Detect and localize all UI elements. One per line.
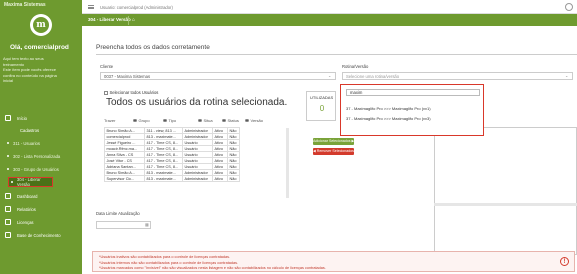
users-scrollbar[interactable] [286,128,289,198]
home-icon[interactable]: ⌂ [128,15,138,25]
bullet-icon [7,168,9,170]
radio[interactable] [222,118,226,123]
add-selected-button[interactable]: Adicionar Selecionados ▶ [313,138,354,145]
warning-icon: ! [560,257,569,266]
select-all-users[interactable]: Selecionar todos Usuários [104,90,158,95]
sidebar-item-base-conhecimento[interactable]: Base de Conhecimento [0,230,82,240]
rotina-option[interactable]: 37 - Maximaglifo Pro >>> Maximaglifo Pro… [346,116,431,121]
sidebar-item-label: Relatórios [17,206,36,212]
data-limite-input[interactable] [96,221,151,229]
sidebar-item-label: 304 - Liberar Versão [16,177,41,187]
tab-bar: 304 - Liberar Versão ⌂ [82,14,577,26]
filter-label: Tipo [168,118,177,123]
calendar-icon[interactable]: ▦ [145,222,149,227]
sidebar-item-grupo-usuarios[interactable]: 303 - Grupo de Usuários [0,164,82,174]
user-info: Usuario: comercialprod (Administrador) [100,5,173,10]
logo-mark: m [33,17,49,33]
rotina-label: Rotina/Versão [342,64,369,69]
filter-label: Versão [250,118,263,123]
sidebar-item-label: Licenças [17,219,34,225]
dashboard-icon [5,193,11,199]
horizontal-scrollbar[interactable] [434,203,577,206]
utilizadas-box: UTILIZADAS 0 [306,91,336,121]
note-line: *Usuários inativos são contabilizados pa… [99,255,231,259]
greeting: Olá, comercialprod [10,44,69,51]
select-all-label: Selecionar todos Usuários [109,90,159,95]
license-icon [5,219,11,225]
table-cell: Não [227,175,240,182]
bullet-icon [7,142,9,144]
logo: m [30,14,52,36]
radio[interactable] [133,118,137,123]
data-limite-label: Data Limite Atualização [96,211,140,216]
sidebar-item-label: Cadastros [20,127,40,133]
sidebar: Maxima Sistemas m Olá, comercialprod Aqu… [0,0,82,274]
cliente-label: Cliente [100,64,114,69]
app-root: Maxima Sistemas m Olá, comercialprod Aqu… [0,0,577,274]
table-cell: Ativo [212,175,228,182]
remove-selected-button[interactable]: ◀ Remover Selecionados [313,148,354,155]
sidebar-item-inicio[interactable]: Início [0,113,82,123]
users-table: Bruno Simão A... 311 - view, 813 ... Admin… [104,127,240,182]
bullet-icon [7,155,9,157]
sidebar-item-label: Início [17,115,28,121]
sidebar-item-label: Dashboard [17,193,38,199]
radio[interactable] [245,118,249,123]
utilizadas-label: UTILIZADAS [310,95,334,100]
sidebar-item-usuarios[interactable]: 311 - Usuarios [0,138,82,148]
chevron-down-icon: ⌄ [565,73,569,78]
filter-label: Grupo [138,118,150,123]
note-line: *Usuários marcados como "Invisível" não … [99,266,326,270]
rotina-dropdown: maxim 37 - Maximaglifo Pro >>> Maximagli… [340,84,484,136]
users-title: Todos os usuários da rotina selecionada. [106,97,288,108]
chevron-down-icon: ⌄ [328,73,332,78]
table-row[interactable]: Supervisor Cic... 813 - maximate... Admini… [104,175,240,182]
table-cell: Supervisor Cic... [104,175,145,182]
filter-grupo[interactable]: Grupo [133,117,150,124]
note-line: *Usuários internos não são contabilizado… [99,260,239,265]
utilizadas-count: 0 [319,104,325,113]
home-icon [5,115,11,121]
filter-situa[interactable]: Situa [198,117,213,124]
report-icon [5,206,11,212]
released-users-panel [434,127,577,255]
sidebar-item-dashboard[interactable]: Dashboard [0,191,82,201]
sidebar-item-label: 311 - Usuarios [13,140,40,146]
sidebar-item-relatorios[interactable]: Relatórios [0,204,82,214]
menu-icon[interactable] [88,5,94,9]
rotina-option[interactable]: 37 - Maximaglifo Pro >>> Maximaglifo Pro… [346,106,431,111]
top-bar: Usuario: comercialprod (Administrador) [82,0,577,14]
table-cell: 813 - maximate... [144,175,183,182]
filter-versao[interactable]: Versão [245,117,263,124]
filter-label: Status [227,118,239,123]
sidebar-item-label: 303 - Grupo de Usuários [13,166,59,172]
radio[interactable] [163,118,167,123]
table-cell: Administrador [182,175,213,182]
rotina-select[interactable]: Selecione uma rotina/versão [342,72,573,80]
sidebar-item-licencas[interactable]: Licenças [0,217,82,227]
sidebar-item-lista-personalizada[interactable]: 302 - Lista Personalizada [0,151,82,161]
book-icon [5,232,11,238]
sidebar-item-label: 302 - Lista Personalizada [13,153,61,159]
notes-box: *Usuários inativos são contabilizados pa… [92,251,575,272]
radio[interactable] [198,118,202,123]
sidebar-item-liberar-versao[interactable]: 304 - Liberar Versão [8,177,53,187]
power-icon[interactable] [565,3,573,11]
divider [96,54,577,55]
filter-label: Situa [203,118,213,123]
sidebar-item-cadastros[interactable]: Cadastros [0,125,82,135]
cliente-select[interactable]: 0037 - Maxima Sistemas [100,72,336,80]
rotina-search-input[interactable]: maxim [346,89,480,96]
sidebar-note-line: inicial [3,78,14,83]
checkbox[interactable] [104,91,108,95]
sidebar-item-label: Base de Conhecimento [17,232,61,238]
brand-name: Maxima Sistemas [4,2,46,8]
filter-tipo[interactable]: Tipo [163,117,176,124]
users-table-body: Bruno Simão A... 311 - view, 813 ... Admin… [104,127,240,182]
page-title: Preencha todos os dados corretamente [96,44,210,51]
filter-status[interactable]: Status [222,117,239,124]
filter-trazer: Trazer [104,118,116,123]
bullet-icon [11,181,13,183]
